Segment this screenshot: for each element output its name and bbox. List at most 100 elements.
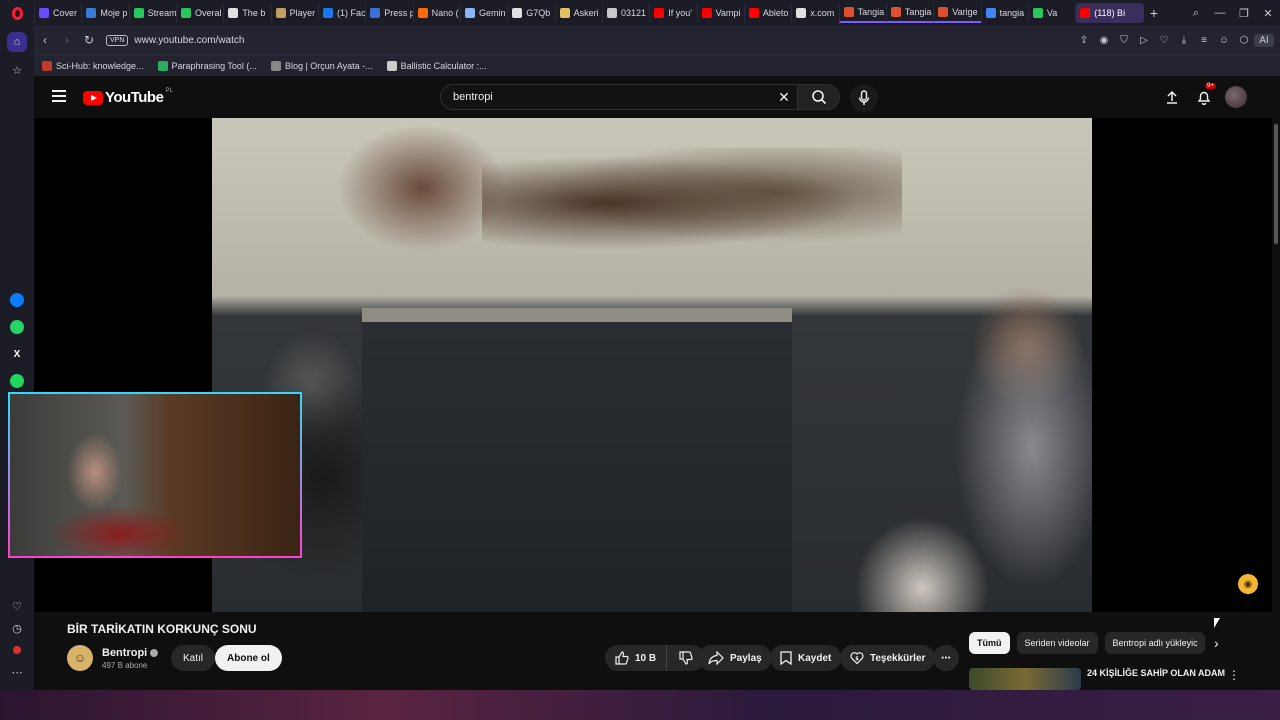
browser-tab[interactable]: 03121 [601,3,649,23]
shield-icon[interactable]: ⛉ [1114,35,1134,46]
thanks-button[interactable]: $ Teşekkürler [840,645,936,671]
url-field[interactable]: www.youtube.com/watch [134,35,1074,46]
history-icon[interactable]: ◷ [7,618,27,638]
forward-button[interactable]: › [56,33,78,47]
channel-name[interactable]: Bentropi [102,647,159,659]
browser-tab[interactable]: (118) Bi [1075,3,1144,23]
browser-tab[interactable]: The b [223,3,270,23]
browser-tab[interactable]: Gemin [459,3,507,23]
page-scrollbar[interactable] [1272,118,1280,690]
recommended-thumbnail[interactable] [969,668,1081,690]
home-icon[interactable]: ⌂ [7,32,27,52]
browser-tab[interactable]: If you' [649,3,696,23]
account-button[interactable] [1220,86,1252,108]
join-button[interactable]: Katıl [171,645,216,671]
search-icon [811,90,826,105]
menu-icon[interactable] [52,90,66,102]
record-icon[interactable] [7,640,27,660]
browser-tab[interactable]: x.com [791,3,838,23]
easy-setup-icon[interactable]: ≡ [1194,35,1214,46]
sunglasses-emoji-icon[interactable]: ◉ [1238,574,1258,594]
bookmark-icon [780,651,792,665]
thanks-heart-icon: $ [850,652,864,665]
share-page-icon[interactable]: ⇪ [1074,35,1094,46]
browser-tab[interactable]: G7Qb [507,3,554,23]
search-input[interactable] [453,91,771,103]
video-frame[interactable] [212,118,1092,612]
download-icon[interactable]: ⤓ [1174,35,1194,46]
heart-icon[interactable]: ♡ [7,596,27,616]
tab-favicon-icon [843,7,854,17]
share-button[interactable]: Paylaş [698,645,772,671]
clear-search-icon[interactable]: ✕ [771,89,797,106]
back-button[interactable]: ‹ [34,33,56,47]
opera-logo-icon[interactable] [0,0,34,26]
browser-tab[interactable]: Press p [365,3,413,23]
vpn-badge[interactable]: VPN [106,34,129,46]
tab-label: Stream [147,8,176,18]
search-button[interactable] [798,84,840,110]
browser-tab[interactable]: Moje p [81,3,128,23]
whatsapp-icon[interactable] [7,317,27,337]
star-icon[interactable]: ☆ [7,60,27,80]
browser-tab[interactable]: Nano ( [412,3,460,23]
recommended-more-icon[interactable]: ⋮ [1228,668,1240,682]
aria-ai-button[interactable]: AI [1254,33,1274,47]
voice-search-button[interactable] [850,84,878,112]
browser-tab[interactable]: Stream [128,3,176,23]
bookmark-item[interactable]: Ballistic Calculator :... [386,60,487,71]
tab-search-icon[interactable]: ⌕ [1184,7,1208,20]
browser-tab[interactable]: (1) Fac [317,3,365,23]
browser-tab[interactable]: Va [1027,3,1075,23]
tab-favicon-icon [370,8,381,18]
more-actions-button[interactable]: ⋯ [933,645,959,671]
spotify-icon[interactable] [7,371,27,391]
heart-icon[interactable]: ♡ [1154,35,1174,46]
browser-tab[interactable]: Player [270,3,318,23]
filter-chip[interactable]: Seriden videolar [1016,632,1098,654]
bookmark-item[interactable]: Sci-Hub: knowledge... [42,60,144,71]
filter-chip[interactable]: Tümü [969,632,1010,654]
recommended-title[interactable]: 24 KİŞİLİĞE SAHİP OLAN ADAM [1087,668,1225,678]
browser-tab[interactable]: Varige [933,3,981,23]
scroll-thumb[interactable] [1274,124,1278,244]
filter-chip[interactable]: Bentropi adlı yükleyic [1104,632,1205,654]
extension-icon[interactable]: ⬡ [1234,35,1254,46]
browser-tab[interactable]: Askeri [554,3,602,23]
save-button[interactable]: Kaydet [770,645,842,671]
bookmark-favicon-icon [42,60,52,71]
reload-button[interactable]: ↻ [78,33,100,47]
more-icon[interactable]: ⋯ [7,662,27,682]
play-icon[interactable]: ▷ [1134,35,1154,46]
bookmark-item[interactable]: Blog | Orçun Ayata -... [270,60,373,71]
browser-tab[interactable]: tangia [980,3,1028,23]
browser-tab[interactable]: Overal [175,3,223,23]
notifications-button[interactable]: 9+ [1188,83,1220,108]
browser-tab[interactable]: Ableto [743,3,791,23]
browser-tab[interactable]: Cover [34,3,81,23]
bookmark-item[interactable]: Paraphrasing Tool (... [157,60,257,71]
like-button[interactable]: 10 B [605,645,668,671]
browser-tab[interactable]: Tangia [885,3,934,23]
browser-sidebar: ⌂ ☆ X ♡ ◷ ⋯ [0,26,34,690]
profile-icon[interactable]: ☺ [1214,35,1234,46]
minimize-button[interactable]: — [1208,7,1232,19]
new-tab-button[interactable]: + [1144,3,1164,23]
share-button-wrap: Paylaş [698,645,772,671]
chips-next-icon[interactable]: › [1214,635,1219,651]
close-window-button[interactable]: ✕ [1256,7,1280,20]
browser-tab[interactable]: Tangia [838,3,886,23]
messenger-icon[interactable] [7,290,27,310]
tab-favicon-icon [86,8,97,18]
browser-tab[interactable]: Vampi [696,3,744,23]
x-icon[interactable]: X [7,344,27,364]
tab-favicon-icon [559,8,570,18]
restore-button[interactable]: ❐ [1232,7,1256,20]
youtube-logo[interactable]: YouTube PL [83,88,173,106]
camera-icon[interactable]: ◉ [1094,35,1114,46]
upload-button[interactable] [1156,86,1188,108]
verified-icon [150,649,159,658]
tab-label: Vampi [715,8,741,18]
channel-avatar[interactable]: ☺ [67,645,93,671]
subscribe-button[interactable]: Abone ol [215,645,282,671]
